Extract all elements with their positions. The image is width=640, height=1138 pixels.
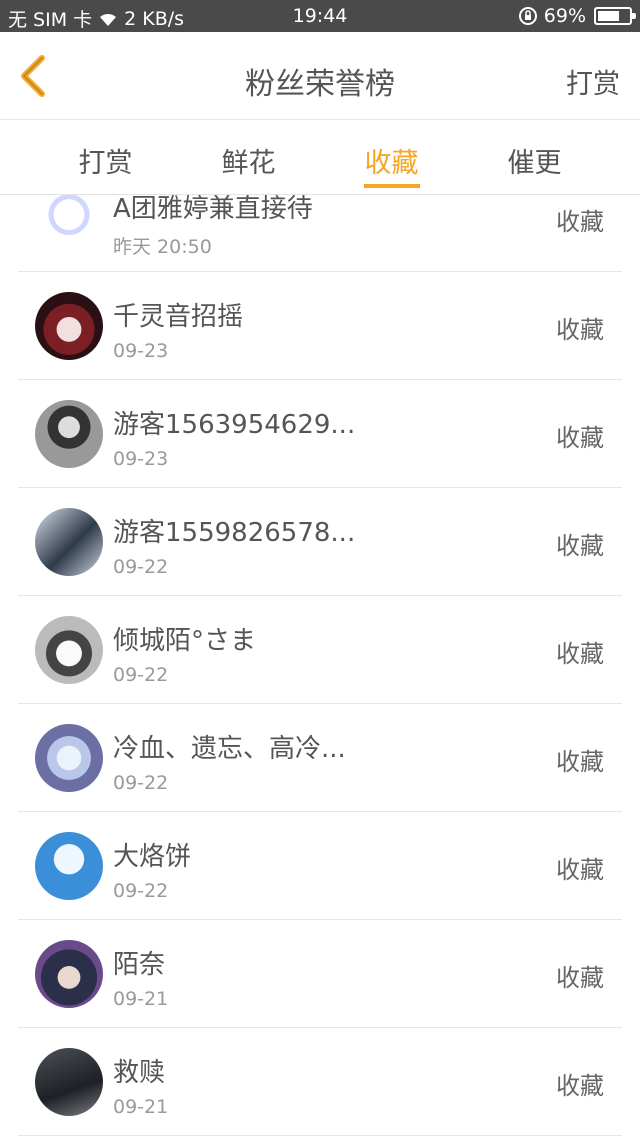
fan-list-content: A团雅婷兼直接待 昨天 20:50 收藏 千灵音招摇 09-23 收藏 游客15… xyxy=(0,195,640,1136)
user-name: 倾城陌°さま xyxy=(113,626,257,656)
user-name: 陌奈 xyxy=(113,950,166,980)
list-item[interactable]: 冷血、遗忘、高冷... 09-22 收藏 xyxy=(18,704,622,812)
user-name: 千灵音招摇 xyxy=(113,302,244,332)
item-date: 09-23 xyxy=(113,448,169,470)
list-item[interactable]: 倾城陌°さま 09-22 收藏 xyxy=(18,596,622,704)
avatar xyxy=(35,724,103,792)
user-name: 救赎 xyxy=(113,1058,166,1088)
item-date: 09-22 xyxy=(113,772,169,794)
status-right: 69% xyxy=(518,5,636,27)
user-name: 冷血、遗忘、高冷... xyxy=(113,734,346,764)
action-label: 收藏 xyxy=(556,748,604,776)
action-label: 收藏 xyxy=(556,964,604,992)
action-label: 收藏 xyxy=(556,532,604,560)
action-label: 收藏 xyxy=(556,316,604,344)
list-item[interactable]: 游客1559826578... 09-22 收藏 xyxy=(18,488,622,596)
avatar xyxy=(35,292,103,360)
avatar xyxy=(35,616,103,684)
tab-favorites[interactable]: 收藏 xyxy=(320,121,463,194)
tab-label: 鲜花 xyxy=(221,148,276,179)
action-label: 收藏 xyxy=(556,1072,604,1100)
item-date: 09-22 xyxy=(113,664,169,686)
avatar xyxy=(35,400,103,468)
tab-bar: 打赏 鲜花 收藏 催更 xyxy=(0,121,640,195)
avatar xyxy=(35,508,103,576)
avatar xyxy=(35,195,103,252)
tab-label: 催更 xyxy=(507,148,562,179)
page-title: 粉丝荣誉榜 xyxy=(245,67,395,102)
rotation-lock-icon xyxy=(518,7,537,25)
item-date: 09-22 xyxy=(113,556,169,578)
reward-button[interactable]: 打赏 xyxy=(566,62,620,101)
item-date: 09-23 xyxy=(113,340,169,362)
user-name: 大烙饼 xyxy=(113,842,192,872)
action-label: 收藏 xyxy=(556,424,604,452)
action-label: 收藏 xyxy=(556,856,604,884)
avatar xyxy=(35,940,103,1008)
action-label: 收藏 xyxy=(556,208,604,236)
list-item[interactable]: 大烙饼 09-22 收藏 xyxy=(18,812,622,920)
avatar xyxy=(35,832,103,900)
list-item[interactable]: 千灵音招摇 09-23 收藏 xyxy=(18,272,622,380)
item-date: 09-22 xyxy=(113,880,169,902)
avatar xyxy=(35,1048,103,1116)
list-item[interactable]: 救赎 09-21 收藏 xyxy=(18,1028,622,1136)
list-item[interactable]: A团雅婷兼直接待 昨天 20:50 收藏 xyxy=(18,195,622,272)
tab-label: 打赏 xyxy=(78,148,133,179)
battery-percent: 69% xyxy=(543,5,586,27)
item-date: 09-21 xyxy=(113,988,169,1010)
active-tab-indicator xyxy=(363,184,420,188)
fan-list[interactable]: A团雅婷兼直接待 昨天 20:50 收藏 千灵音招摇 09-23 收藏 游客15… xyxy=(0,195,640,1138)
battery-icon xyxy=(594,7,636,25)
list-item[interactable]: 游客1563954629... 09-23 收藏 xyxy=(18,380,622,488)
action-label: 收藏 xyxy=(556,640,604,668)
battery-fill xyxy=(598,11,619,21)
item-date: 昨天 20:50 xyxy=(113,236,212,258)
user-name: A团雅婷兼直接待 xyxy=(113,195,313,224)
user-name: 游客1559826578... xyxy=(113,518,356,548)
tab-label: 收藏 xyxy=(364,148,419,179)
status-bar: 无 SIM 卡 2 KB/s 19:44 69% xyxy=(0,0,640,32)
tab-spacer xyxy=(0,121,34,194)
tab-reward[interactable]: 打赏 xyxy=(34,121,177,194)
list-item[interactable]: 陌奈 09-21 收藏 xyxy=(18,920,622,1028)
tab-urge-update[interactable]: 催更 xyxy=(463,121,606,194)
tab-flowers[interactable]: 鲜花 xyxy=(177,121,320,194)
header: 粉丝荣誉榜 打赏 xyxy=(0,32,640,120)
user-name: 游客1563954629... xyxy=(113,410,356,440)
item-date: 09-21 xyxy=(113,1096,169,1118)
